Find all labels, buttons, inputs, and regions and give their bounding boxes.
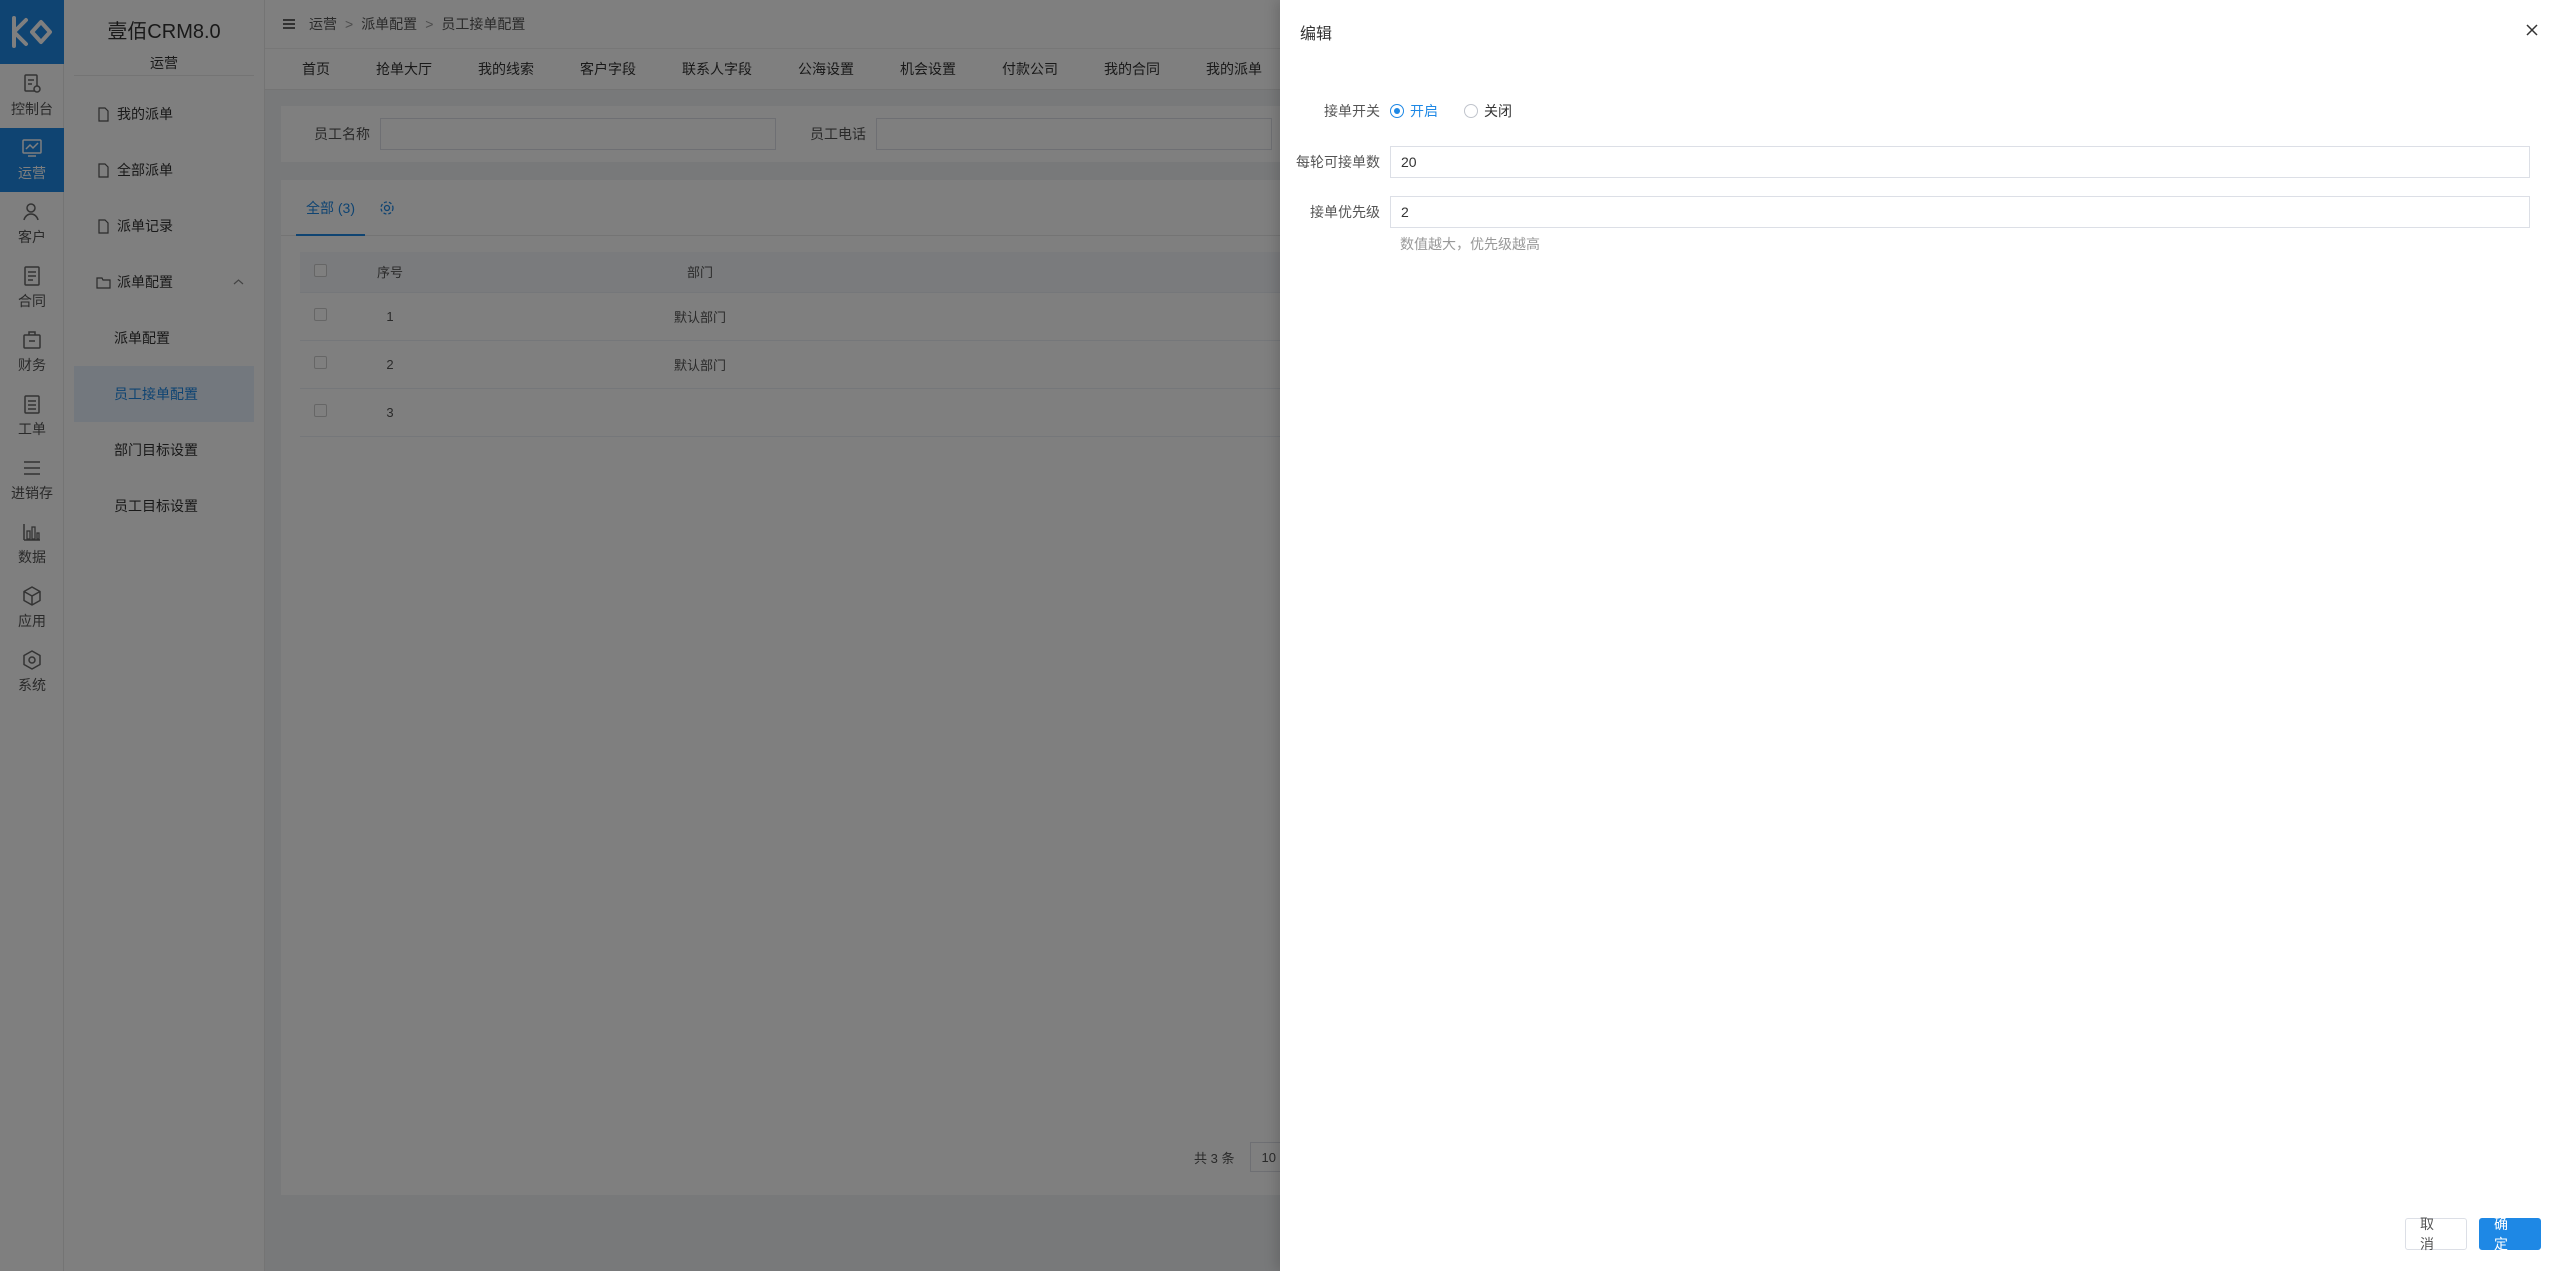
confirm-button[interactable]: 确 定 bbox=[2479, 1216, 2541, 1252]
drawer-title: 编辑 bbox=[1300, 26, 1333, 43]
priority-hint: 数值越大，优先级越高 bbox=[1400, 236, 1540, 252]
order-count-input[interactable]: 20 bbox=[1390, 146, 2530, 178]
radio-on[interactable]: 开启 bbox=[1390, 101, 1438, 121]
order-switch-label: 接单开关 bbox=[1324, 103, 1380, 119]
order-count-label: 每轮可接单数 bbox=[1296, 154, 1380, 170]
order-priority-label: 接单优先级 bbox=[1310, 204, 1380, 220]
order-count-row: 每轮可接单数 20 bbox=[1280, 146, 2530, 178]
edit-drawer: 编辑 接单开关 开启 关闭 每轮可接单数 20 接单优先级 2 数值越大，优先级… bbox=[1280, 0, 2560, 1271]
radio-dot bbox=[1464, 104, 1478, 118]
radio-on-label: 开启 bbox=[1410, 103, 1438, 119]
order-priority-row: 接单优先级 2 bbox=[1280, 196, 2530, 228]
order-priority-value: 2 bbox=[1401, 204, 1409, 220]
order-priority-input[interactable]: 2 bbox=[1390, 196, 2530, 228]
cancel-button[interactable]: 取 消 bbox=[2405, 1216, 2467, 1252]
order-count-value: 20 bbox=[1401, 154, 1417, 170]
radio-off-label: 关闭 bbox=[1484, 103, 1512, 119]
radio-dot bbox=[1390, 104, 1404, 118]
modal-mask[interactable] bbox=[0, 0, 1280, 1271]
radio-off[interactable]: 关闭 bbox=[1464, 101, 1512, 121]
close-icon[interactable] bbox=[2524, 22, 2540, 38]
order-switch-row: 接单开关 开启 关闭 bbox=[1280, 100, 1538, 122]
